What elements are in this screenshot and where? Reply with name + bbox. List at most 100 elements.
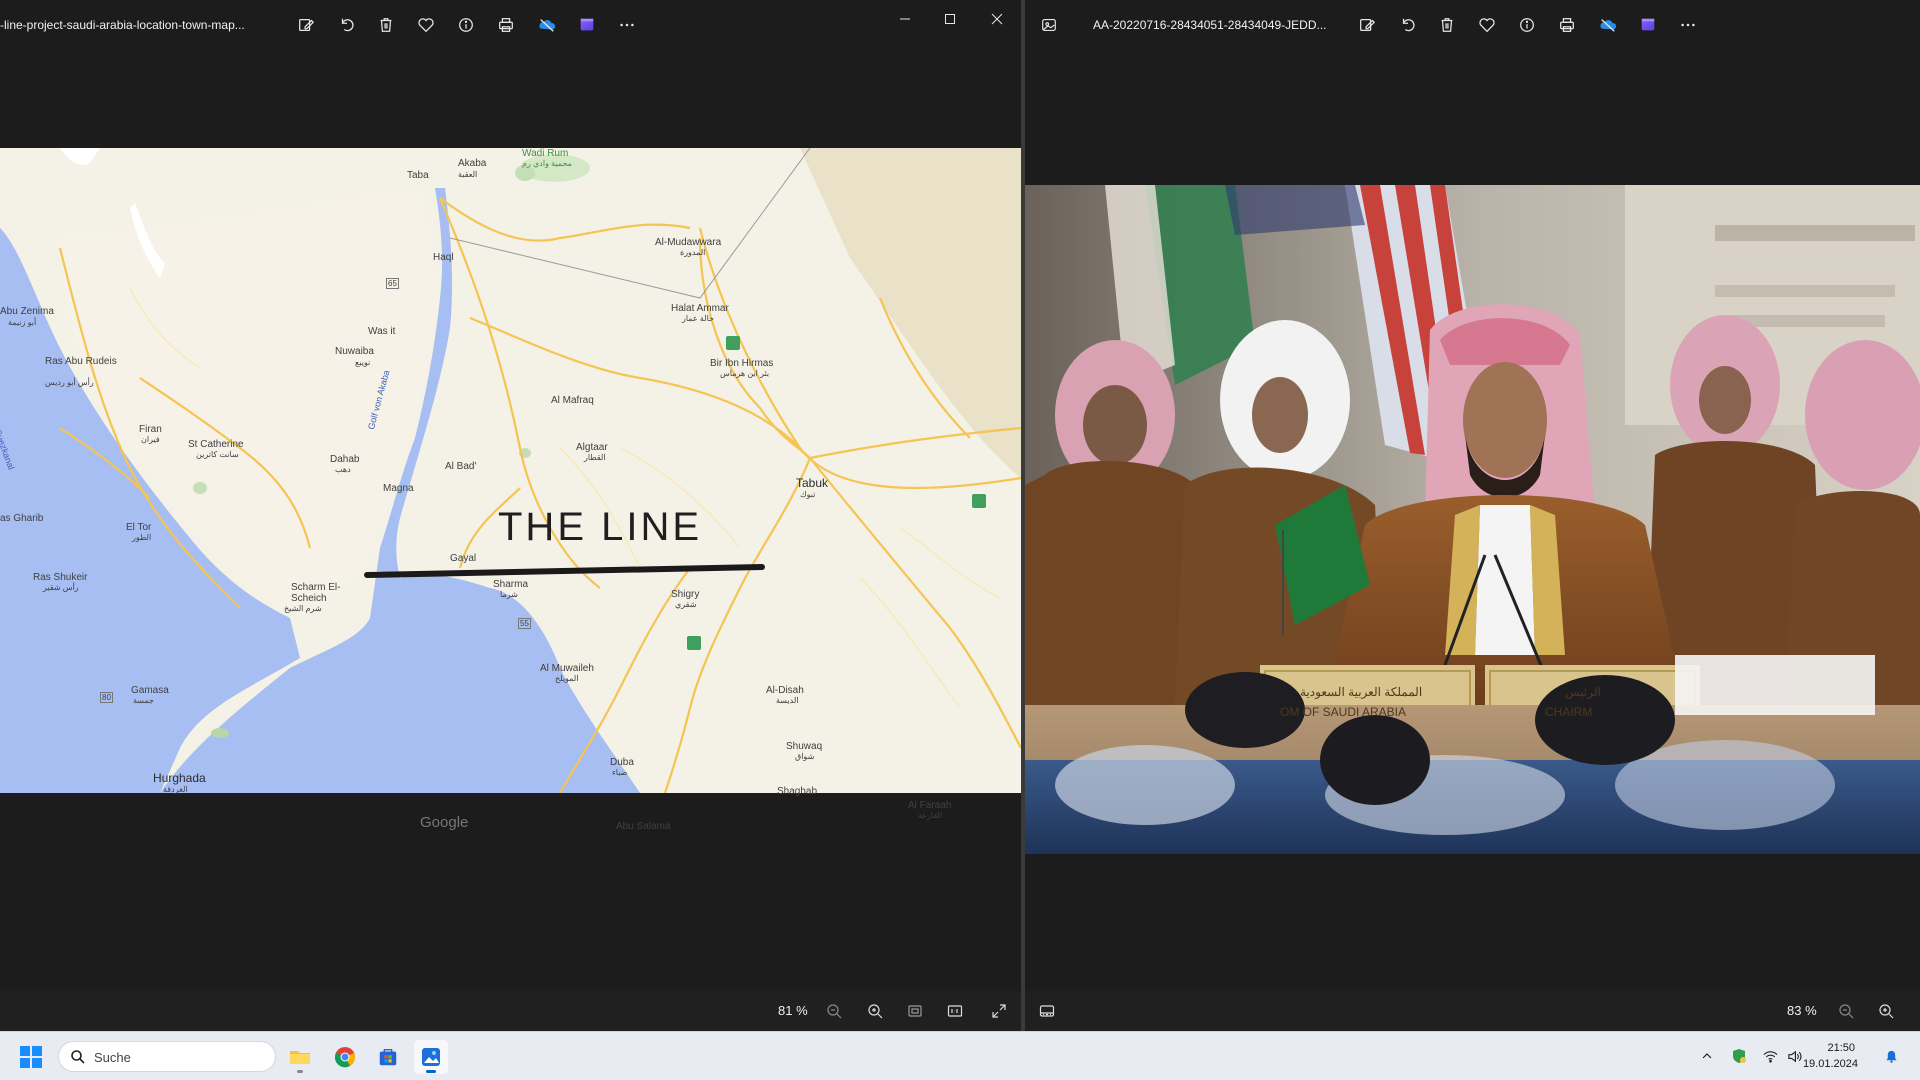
- zoom-out-icon[interactable]: [1835, 1000, 1857, 1022]
- chrome-icon[interactable]: [328, 1040, 362, 1074]
- map-label-shaghab: Shaghab: [777, 786, 818, 797]
- right-titlebar: AA-20220716-28434051-28434049-JEDD...: [1025, 0, 1920, 50]
- map-label-al-mafraq: Al Mafraq: [551, 395, 594, 406]
- map-road-65: 65: [386, 278, 399, 289]
- rotate-icon[interactable]: [1396, 13, 1420, 37]
- notification-bell-icon[interactable]: [1882, 1047, 1900, 1065]
- map-road-55: 55: [518, 618, 531, 629]
- taskbar-search[interactable]: Suche: [58, 1041, 276, 1072]
- windows-start-icon[interactable]: [20, 1046, 42, 1068]
- more-icon[interactable]: [1676, 13, 1700, 37]
- map-label-bir-ibn-hirmas: Bir Ibn Hirmas: [710, 358, 774, 369]
- zoom-in-icon[interactable]: [1875, 1000, 1897, 1022]
- map-label-sharma-ar: شرما: [500, 590, 518, 599]
- nameplate-right-text: CHAIRM: [1545, 705, 1593, 719]
- photos-app-icon: [1037, 13, 1061, 37]
- map-label-ras-shukeir: Ras Shukeir: [33, 572, 88, 583]
- clipchamp-icon[interactable]: [575, 13, 599, 37]
- map-label-dahab-ar: دهب: [335, 465, 351, 474]
- map-label-al-faraah-ar: الفارعة: [918, 811, 943, 820]
- maximize-icon[interactable]: [935, 6, 965, 32]
- nameplate-left-text: OM OF SAUDI ARABIA: [1280, 705, 1407, 719]
- right-window-title: AA-20220716-28434051-28434049-JEDD...: [1093, 18, 1327, 32]
- map-label-nuwaiba-ar: نويبع: [355, 358, 371, 367]
- nameplate-left-arabic: المملكة العربية السعودية: [1300, 685, 1423, 699]
- rotate-icon[interactable]: [335, 13, 359, 37]
- onedrive-icon[interactable]: [1596, 13, 1620, 37]
- wifi-icon[interactable]: [1761, 1047, 1779, 1065]
- fullscreen-icon[interactable]: [988, 1000, 1010, 1022]
- clock-time[interactable]: 21:50: [1827, 1042, 1855, 1054]
- taskbar: Suche 21:50 19.01.2024: [0, 1031, 1920, 1080]
- map-label-hurghada-ar: الغردقة: [163, 785, 188, 794]
- map-label-wadi-rum-ar: محمية وادي رم: [522, 159, 572, 168]
- favorite-icon[interactable]: [1475, 13, 1499, 37]
- search-placeholder: Suche: [94, 1050, 131, 1065]
- file-explorer-icon[interactable]: [283, 1040, 317, 1074]
- map-label-st-catherine-ar: سانت كاترين: [196, 450, 239, 459]
- map-label-scharm-ar: شرم الشيخ: [284, 604, 322, 613]
- favorite-icon[interactable]: [414, 13, 438, 37]
- map-label-al-bad: Al Bad': [445, 461, 477, 472]
- map-label-al-muwaileh-ar: المويلح: [555, 674, 579, 683]
- actual-size-icon[interactable]: [944, 1000, 966, 1022]
- map-image: Akaba العقبة Taba Wadi Rum محمية وادي رم…: [0, 148, 1021, 832]
- delete-icon[interactable]: [374, 13, 398, 37]
- info-icon[interactable]: [1515, 13, 1539, 37]
- map-label-al-faraah: Al Faraah: [908, 800, 952, 811]
- map-label-al-muwaileh: Al Muwaileh: [540, 663, 594, 674]
- map-label-tabuk-ar: تبوك: [800, 490, 816, 499]
- map-label-shigry: Shigry: [671, 589, 700, 600]
- map-label-firan-ar: فيران: [141, 435, 160, 444]
- edit-icon[interactable]: [294, 13, 318, 37]
- map-label-ras-abu-rudeis: Ras Abu Rudeis: [45, 356, 117, 367]
- minimize-icon[interactable]: [890, 6, 920, 32]
- map-label-wadi-rum: Wadi Rum: [522, 148, 569, 159]
- map-label-abu-zenima: Abu Zenima: [0, 306, 54, 317]
- map-label-firan: Firan: [139, 424, 162, 435]
- filmstrip-icon[interactable]: [1036, 1000, 1058, 1022]
- print-icon[interactable]: [1555, 13, 1579, 37]
- delete-icon[interactable]: [1435, 13, 1459, 37]
- fit-to-window-icon[interactable]: [904, 1000, 926, 1022]
- print-icon[interactable]: [494, 13, 518, 37]
- map-label-abu-zenima-ar: أبو زنيمة: [8, 318, 37, 327]
- map-label-halat-ammar: Halat Ammar: [671, 303, 729, 314]
- left-titlebar: -line-project-saudi-arabia-location-town…: [0, 0, 1021, 50]
- clipchamp-icon[interactable]: [1636, 13, 1660, 37]
- clock-date[interactable]: 19.01.2024: [1803, 1058, 1858, 1070]
- tray-chevron-up-icon[interactable]: [1698, 1047, 1716, 1065]
- map-label-scharm: Scharm El-Scheich: [291, 582, 341, 604]
- map-label-ras-abu-rudeis-ar: رأس أبو رديس: [45, 378, 94, 387]
- nameplate-right-arabic: الرئيس: [1565, 685, 1601, 699]
- map-label-aqaba-ar: العقبة: [458, 170, 478, 179]
- map-label-shuwaq-ar: شواق: [795, 752, 815, 761]
- map-label-st-catherine: St Catherine: [188, 439, 244, 450]
- security-shield-icon[interactable]: [1730, 1047, 1748, 1065]
- zoom-out-icon[interactable]: [823, 1000, 845, 1022]
- map-label-al-mudawwara-ar: المدورة: [680, 248, 706, 257]
- map-road-80: 80: [100, 692, 113, 703]
- close-icon[interactable]: [982, 6, 1012, 32]
- volume-icon[interactable]: [1785, 1047, 1803, 1065]
- photos-icon[interactable]: [414, 1040, 448, 1074]
- map-label-tabuk: Tabuk: [796, 476, 829, 490]
- left-statusbar: 81 %: [0, 991, 1021, 1031]
- map-label-algtaar: Algtaar: [576, 442, 608, 453]
- map-label-sharma: Sharma: [493, 579, 529, 590]
- map-label-as-gharib: as Gharib: [0, 513, 44, 524]
- store-icon[interactable]: [371, 1040, 405, 1074]
- map-label-dahab: Dahab: [330, 454, 360, 465]
- zoom-in-icon[interactable]: [864, 1000, 886, 1022]
- map-label-halat-ammar-ar: حالة عمار: [682, 314, 715, 323]
- info-icon[interactable]: [454, 13, 478, 37]
- map-label-ras-shukeir-ar: رأس شقير: [43, 583, 79, 592]
- right-zoom-level[interactable]: 83 %: [1787, 1003, 1817, 1018]
- map-label-el-tor-ar: الطور: [132, 533, 152, 542]
- left-zoom-level[interactable]: 81 %: [778, 1003, 808, 1018]
- onedrive-icon[interactable]: [535, 13, 559, 37]
- more-icon[interactable]: [615, 13, 639, 37]
- search-icon: [70, 1049, 86, 1065]
- edit-icon[interactable]: [1355, 13, 1379, 37]
- map-label-algtaar-ar: القطار: [584, 453, 606, 462]
